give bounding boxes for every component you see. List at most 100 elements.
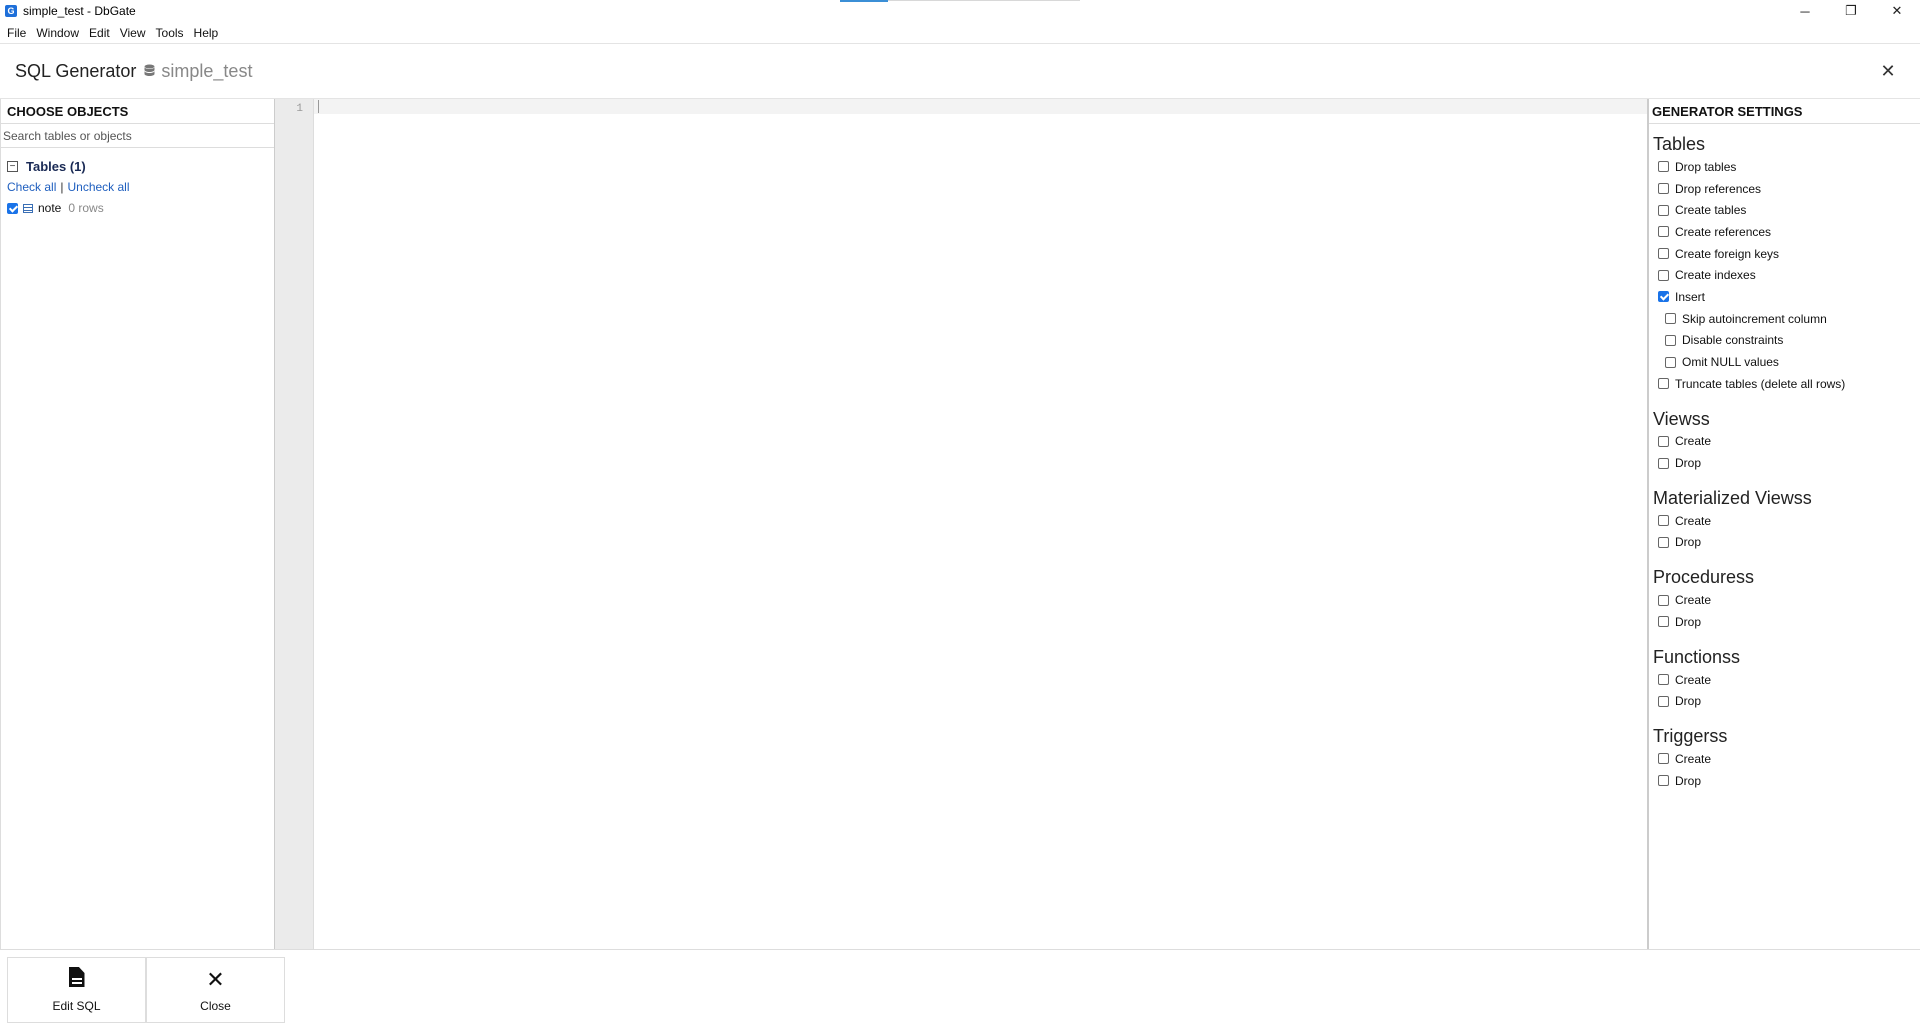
- link-separator: |: [60, 180, 64, 194]
- option-checkbox[interactable]: [1658, 674, 1669, 686]
- settings-option[interactable]: Create indexes: [1653, 264, 1920, 286]
- window-controls: ─ ❐ ✕: [1782, 0, 1920, 22]
- database-name: simple_test: [161, 60, 253, 81]
- sql-editor[interactable]: 1: [275, 99, 1647, 949]
- option-checkbox[interactable]: [1658, 378, 1669, 390]
- file-icon: [68, 967, 85, 993]
- active-line-highlight: [314, 99, 1647, 114]
- database-icon: [144, 64, 155, 78]
- settings-option[interactable]: Drop: [1653, 452, 1920, 474]
- page-title: SQL Generator: [15, 60, 137, 81]
- menu-help[interactable]: Help: [190, 24, 225, 42]
- settings-option[interactable]: Disable constraints: [1653, 330, 1920, 352]
- settings-option[interactable]: Drop tables: [1653, 156, 1920, 178]
- table-name: note: [38, 201, 62, 215]
- option-label: Omit NULL values: [1682, 355, 1779, 370]
- settings-option[interactable]: Create: [1653, 431, 1920, 453]
- option-checkbox[interactable]: [1658, 457, 1669, 469]
- settings-option[interactable]: Drop: [1653, 532, 1920, 554]
- table-row-count: 0 rows: [68, 201, 104, 215]
- settings-option[interactable]: Create references: [1653, 221, 1920, 243]
- settings-option[interactable]: Omit NULL values: [1653, 351, 1920, 373]
- settings-option[interactable]: Create: [1653, 510, 1920, 532]
- option-checkbox[interactable]: [1658, 204, 1669, 216]
- edit-sql-button[interactable]: Edit SQL: [7, 957, 146, 1023]
- minimize-button[interactable]: ─: [1782, 0, 1828, 22]
- edit-sql-label: Edit SQL: [52, 999, 101, 1013]
- menu-file[interactable]: File: [3, 24, 32, 42]
- option-checkbox[interactable]: [1665, 356, 1676, 368]
- table-note-checkbox[interactable]: [7, 202, 18, 214]
- settings-option[interactable]: Drop: [1653, 690, 1920, 712]
- menu-edit[interactable]: Edit: [85, 24, 116, 42]
- restore-button[interactable]: ❐: [1828, 0, 1874, 22]
- objects-tree: − Tables (1) Check all | Uncheck all not…: [1, 148, 274, 218]
- close-tab-icon[interactable]: ✕: [1878, 61, 1898, 82]
- settings-option[interactable]: Insert: [1653, 286, 1920, 308]
- menu-tools[interactable]: Tools: [152, 24, 190, 42]
- menu-view[interactable]: View: [116, 24, 152, 42]
- settings-option[interactable]: Create foreign keys: [1653, 243, 1920, 265]
- settings-option[interactable]: Skip autoincrement column: [1653, 308, 1920, 330]
- window-close-button[interactable]: ✕: [1874, 0, 1920, 22]
- option-label: Truncate tables (delete all rows): [1675, 376, 1846, 391]
- check-all-link[interactable]: Check all: [7, 180, 56, 194]
- option-checkbox[interactable]: [1658, 616, 1669, 628]
- uncheck-all-link[interactable]: Uncheck all: [67, 180, 129, 194]
- option-label: Create references: [1675, 224, 1772, 239]
- settings-option[interactable]: Create tables: [1653, 199, 1920, 221]
- option-checkbox[interactable]: [1658, 161, 1669, 173]
- line-number: 1: [296, 103, 303, 115]
- option-checkbox[interactable]: [1658, 594, 1669, 606]
- option-checkbox[interactable]: [1658, 536, 1669, 548]
- window-title: simple_test - DbGate: [23, 4, 136, 18]
- option-checkbox[interactable]: [1658, 269, 1669, 281]
- menu-window[interactable]: Window: [32, 24, 85, 42]
- option-label: Create tables: [1675, 203, 1747, 218]
- option-label: Create: [1675, 513, 1712, 528]
- check-links: Check all | Uncheck all: [7, 176, 274, 198]
- tables-group: − Tables (1): [7, 156, 274, 176]
- settings-option[interactable]: Drop: [1653, 611, 1920, 633]
- option-checkbox[interactable]: [1665, 334, 1676, 346]
- option-checkbox[interactable]: [1658, 248, 1669, 260]
- option-label: Drop: [1675, 614, 1702, 629]
- option-label: Insert: [1675, 289, 1706, 304]
- option-checkbox[interactable]: [1658, 753, 1669, 765]
- settings-section-title: Proceduress: [1653, 567, 1755, 588]
- option-checkbox[interactable]: [1658, 775, 1669, 787]
- settings-option[interactable]: Drop: [1653, 770, 1920, 792]
- search-objects-input[interactable]: [1, 124, 274, 148]
- option-label: Drop: [1675, 456, 1702, 471]
- editor-gutter: 1: [275, 99, 314, 949]
- option-checkbox[interactable]: [1658, 183, 1669, 195]
- app-icon: G: [5, 5, 17, 17]
- choose-objects-heading: CHOOSE OBJECTS: [1, 99, 274, 124]
- option-checkbox[interactable]: [1658, 515, 1669, 527]
- option-label: Create: [1675, 434, 1712, 449]
- option-checkbox[interactable]: [1658, 291, 1669, 303]
- collapse-toggle-icon[interactable]: −: [7, 160, 18, 172]
- close-button[interactable]: ✕ Close: [146, 957, 285, 1023]
- option-label: Create indexes: [1675, 268, 1756, 283]
- option-label: Drop: [1675, 773, 1702, 788]
- settings-option[interactable]: Truncate tables (delete all rows): [1653, 373, 1920, 395]
- option-label: Create foreign keys: [1675, 246, 1780, 261]
- settings-option[interactable]: Create: [1653, 669, 1920, 691]
- option-checkbox[interactable]: [1658, 435, 1669, 447]
- option-label: Drop: [1675, 694, 1702, 709]
- generator-settings-heading: GENERATOR SETTINGS: [1649, 99, 1920, 124]
- option-checkbox[interactable]: [1665, 313, 1676, 325]
- option-label: Disable constraints: [1682, 333, 1784, 348]
- option-checkbox[interactable]: [1658, 226, 1669, 238]
- bottom-toolbar: Edit SQL ✕ Close: [0, 949, 1920, 1032]
- settings-option[interactable]: Create: [1653, 748, 1920, 770]
- settings-option[interactable]: Create: [1653, 589, 1920, 611]
- choose-objects-panel: CHOOSE OBJECTS − Tables (1) Check all | …: [0, 99, 275, 949]
- settings-option[interactable]: Drop references: [1653, 178, 1920, 200]
- tables-group-label[interactable]: Tables (1): [26, 159, 86, 174]
- option-label: Drop tables: [1675, 159, 1737, 174]
- table-item-note[interactable]: note 0 rows: [7, 198, 274, 218]
- titlebar-accent: [840, 0, 888, 2]
- option-checkbox[interactable]: [1658, 695, 1669, 707]
